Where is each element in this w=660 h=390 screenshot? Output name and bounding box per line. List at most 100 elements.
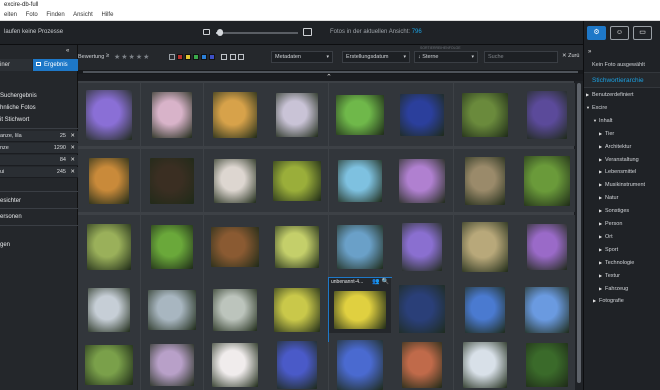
photo-thumbnail[interactable] bbox=[516, 333, 578, 390]
photo-thumbnail[interactable] bbox=[266, 83, 328, 146]
photo-thumbnail[interactable] bbox=[391, 278, 453, 341]
photo-thumbnail[interactable] bbox=[516, 215, 578, 278]
metadata-dropdown[interactable]: Metadaten ▾ bbox=[271, 51, 333, 63]
zoom-in-icon[interactable] bbox=[303, 28, 312, 36]
people-icon[interactable]: 👥 🔍 bbox=[372, 278, 389, 287]
photo-thumbnail[interactable] bbox=[454, 215, 516, 278]
search-input[interactable]: Suche bbox=[484, 51, 558, 63]
color-label-none[interactable] bbox=[169, 54, 175, 60]
reset-button[interactable]: ✕ Zurü bbox=[562, 53, 579, 59]
keyword-tree-node[interactable]: ▶ Person bbox=[599, 219, 622, 229]
rating-stars[interactable]: ★★★★★ bbox=[114, 53, 150, 61]
keyword-row[interactable]: nze 1290 ✕ bbox=[0, 143, 78, 154]
photo-thumbnail[interactable] bbox=[391, 83, 453, 146]
flag-filter-icon[interactable] bbox=[221, 54, 227, 60]
remove-keyword-icon[interactable]: ✕ bbox=[70, 143, 75, 154]
keyword-tree-node[interactable]: ▶ Veranstaltung bbox=[599, 155, 639, 165]
keyword-row[interactable]: anze, lila 25 ✕ bbox=[0, 131, 78, 142]
remove-keyword-icon[interactable]: ✕ bbox=[70, 167, 75, 178]
keyword-tree-node[interactable]: ▶ Fahrzeug bbox=[599, 284, 628, 294]
keyword-tree-node[interactable]: ▶ Tier bbox=[599, 129, 614, 139]
keyword-tree-node[interactable]: ▼ Inhalt bbox=[593, 116, 612, 126]
zoom-slider[interactable] bbox=[216, 32, 298, 34]
photo-thumbnail[interactable] bbox=[454, 149, 516, 212]
photo-thumbnail[interactable] bbox=[329, 333, 391, 390]
photo-thumbnail[interactable] bbox=[516, 83, 578, 146]
photo-thumbnail[interactable] bbox=[266, 333, 328, 390]
rating-operator[interactable]: ≥ bbox=[106, 53, 109, 59]
photo-thumbnail[interactable] bbox=[329, 149, 391, 212]
keyword-tree-node[interactable]: ▶ Sonstiges bbox=[599, 206, 629, 216]
face-button[interactable]: ☺ bbox=[610, 26, 629, 40]
keyword-tree-node[interactable]: ▶ Ort bbox=[599, 232, 613, 242]
menu-item-find[interactable]: Finden bbox=[46, 12, 64, 18]
keyword-tree-node[interactable]: ▶ Architektur bbox=[599, 142, 631, 152]
keyword-tree-node[interactable]: ▼ Excire bbox=[586, 103, 607, 113]
photo-thumbnail[interactable] bbox=[141, 333, 203, 390]
unflag-filter-icon[interactable] bbox=[238, 54, 244, 60]
photo-thumbnail[interactable] bbox=[516, 149, 578, 212]
photo-thumbnail[interactable] bbox=[141, 215, 203, 278]
vertical-scrollbar-thumb[interactable] bbox=[577, 83, 581, 383]
keyword-tree-node[interactable]: ▶ Technologie bbox=[599, 258, 634, 268]
photo-thumbnail[interactable] bbox=[78, 83, 140, 146]
keyword-tree-node[interactable]: ▶ Sport bbox=[599, 245, 618, 255]
photo-thumbnail[interactable] bbox=[391, 149, 453, 212]
keyword-tree-node[interactable]: ▶ Natur bbox=[599, 193, 618, 203]
color-label-yellow[interactable] bbox=[185, 54, 191, 60]
photo-thumbnail[interactable] bbox=[454, 333, 516, 390]
color-label-blue[interactable] bbox=[201, 54, 207, 60]
remove-keyword-icon[interactable]: ✕ bbox=[70, 131, 75, 142]
photo-thumbnail[interactable] bbox=[78, 278, 140, 341]
photo-thumbnail[interactable] bbox=[266, 149, 328, 212]
left-item-similar-photos[interactable]: hnliche Fotos bbox=[0, 103, 78, 114]
sort-field-dropdown[interactable]: Erstellungsdatum ▾ bbox=[342, 51, 410, 63]
photo-thumbnail[interactable] bbox=[78, 215, 140, 278]
photo-thumbnail[interactable] bbox=[329, 83, 391, 146]
photo-thumbnail[interactable] bbox=[78, 333, 140, 390]
left-item-misc[interactable]: gen bbox=[0, 240, 78, 251]
zoom-slider-thumb[interactable] bbox=[217, 29, 224, 36]
keyword-tree-node[interactable]: ▶ Textur bbox=[599, 271, 620, 281]
reject-filter-icon[interactable] bbox=[230, 54, 236, 60]
photo-thumbnail[interactable] bbox=[516, 278, 578, 341]
keyword-row[interactable]: ui 245 ✕ bbox=[0, 167, 78, 178]
collapse-left-panel-icon[interactable]: « bbox=[66, 48, 69, 54]
menu-item-photo[interactable]: Foto bbox=[26, 12, 38, 18]
keyword-settings-button[interactable]: ⚙ bbox=[587, 26, 606, 40]
zoom-out-icon[interactable] bbox=[203, 29, 210, 35]
vertical-scrollbar[interactable] bbox=[575, 81, 583, 390]
remove-keyword-icon[interactable]: ✕ bbox=[70, 155, 75, 166]
photo-thumbnail[interactable] bbox=[78, 149, 140, 212]
color-label-red[interactable] bbox=[177, 54, 183, 60]
tab-filter[interactable]: iner bbox=[0, 59, 32, 71]
photo-thumbnail[interactable] bbox=[266, 278, 328, 341]
keyword-tree-node[interactable]: ▶ Musikinstrument bbox=[599, 180, 645, 190]
left-item-with-keyword[interactable]: it Stichwort bbox=[0, 115, 78, 126]
photo-thumbnail[interactable] bbox=[141, 278, 203, 341]
photo-thumbnail[interactable] bbox=[141, 149, 203, 212]
left-item-search-result[interactable]: Suchergebnis bbox=[0, 91, 78, 102]
keyword-tree-node[interactable]: ▶ Benutzerdefiniert bbox=[586, 90, 634, 100]
photo-thumbnail[interactable] bbox=[266, 215, 328, 278]
photo-thumbnail[interactable] bbox=[204, 278, 266, 341]
left-item-faces[interactable]: esichter bbox=[0, 196, 78, 207]
photo-thumbnail[interactable] bbox=[204, 215, 266, 278]
photo-thumbnail[interactable] bbox=[454, 278, 516, 341]
photo-thumbnail[interactable] bbox=[454, 83, 516, 146]
photo-thumbnail[interactable] bbox=[141, 83, 203, 146]
tab-results[interactable]: Ergebnis bbox=[33, 59, 78, 71]
photo-thumbnail[interactable]: unbenannt-4...👥 🔍★5⚑⊘ bbox=[328, 277, 392, 342]
photo-thumbnail[interactable] bbox=[204, 83, 266, 146]
menu-item-help[interactable]: Hilfe bbox=[101, 12, 113, 18]
keyword-row[interactable]: 84 ✕ bbox=[0, 155, 78, 166]
keyword-tree-node[interactable]: ▶ Lebensmittel bbox=[599, 167, 636, 177]
menu-item-view[interactable]: Ansicht bbox=[73, 12, 93, 18]
color-label-green[interactable] bbox=[193, 54, 199, 60]
photo-thumbnail[interactable] bbox=[204, 149, 266, 212]
sort-order-dropdown[interactable]: ↓ Sterne ▾ bbox=[414, 51, 478, 63]
menu-item-edit[interactable]: eiten bbox=[4, 12, 17, 18]
keyword-tree-node[interactable]: ▶ Fotografie bbox=[593, 296, 624, 306]
left-item-persons[interactable]: ersonen bbox=[0, 212, 78, 223]
photo-thumbnail[interactable] bbox=[391, 333, 453, 390]
